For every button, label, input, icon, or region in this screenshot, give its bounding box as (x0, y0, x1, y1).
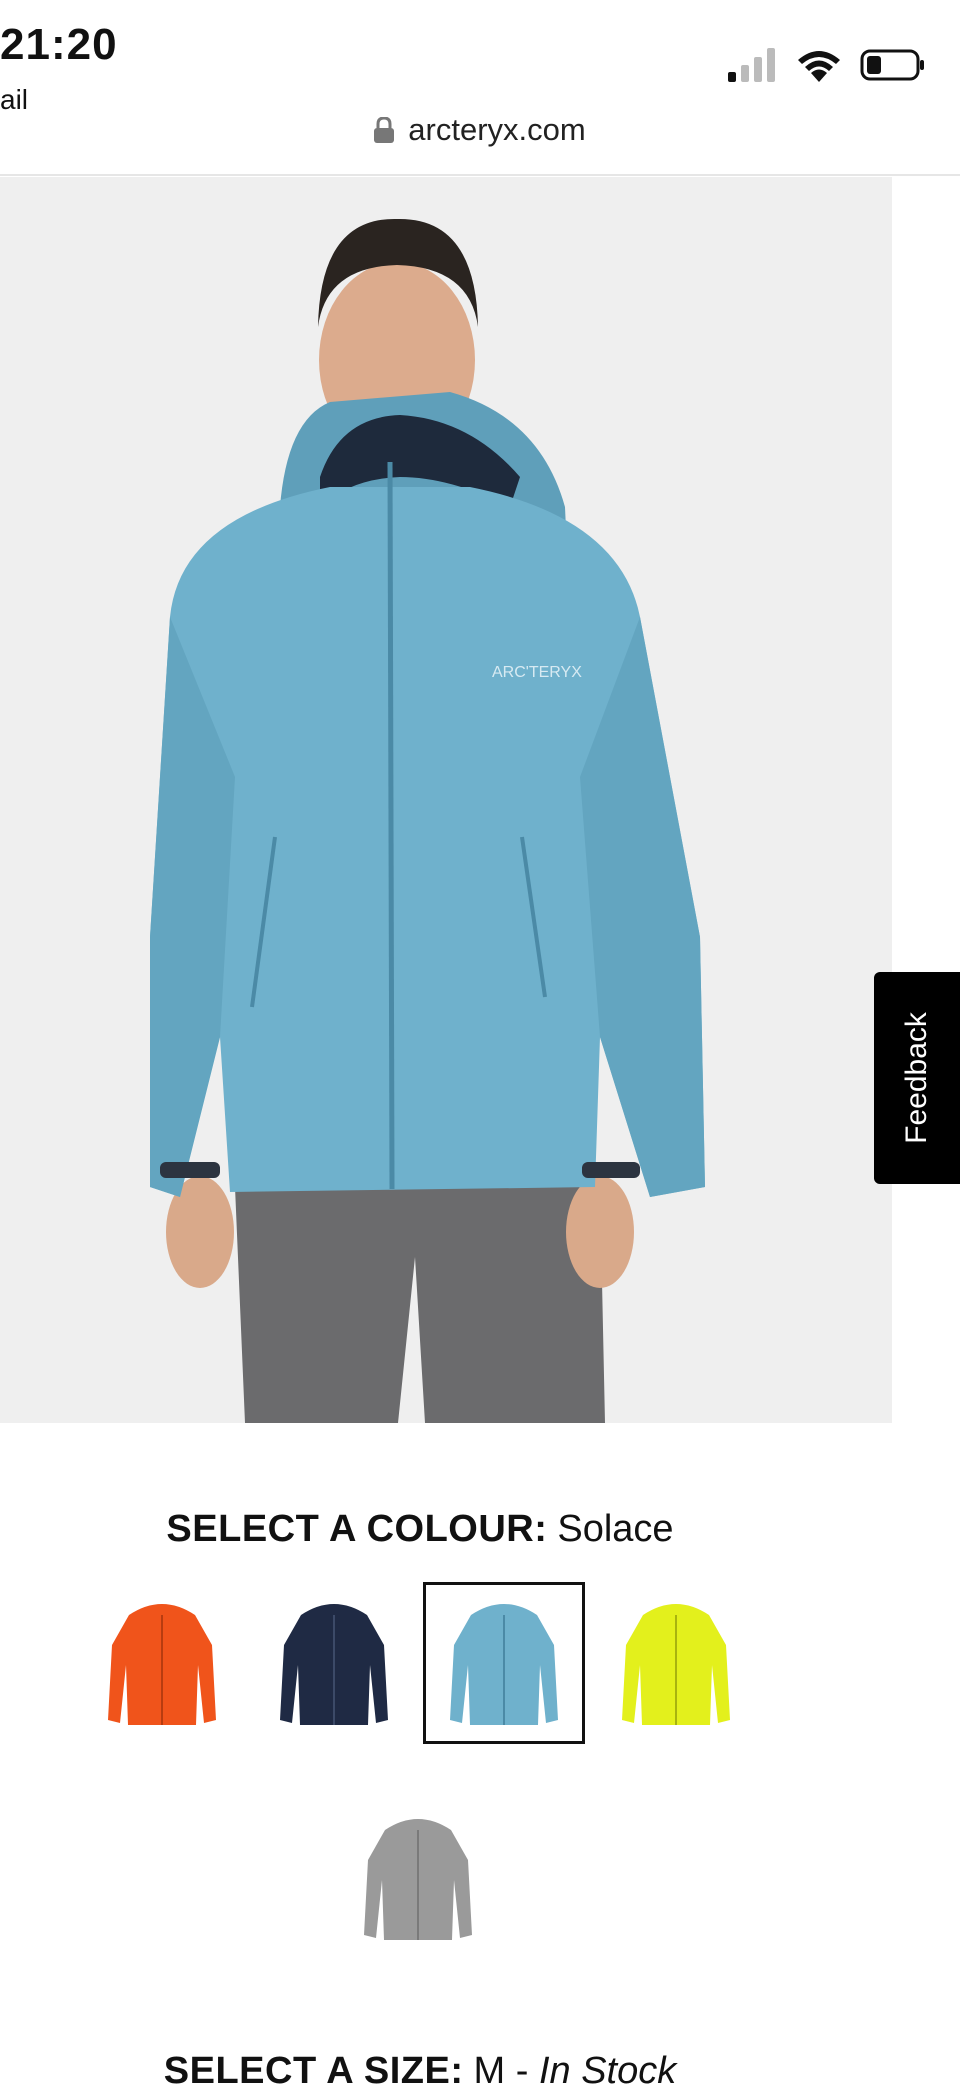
jacket-thumbnail-icon (622, 1604, 730, 1725)
colour-swatch-navy[interactable] (256, 1585, 412, 1741)
jacket-thumbnail-icon (280, 1604, 388, 1725)
colour-swatch-orange[interactable] (84, 1585, 240, 1741)
selected-size: M - (473, 2050, 529, 2092)
signal-bars-icon (728, 48, 775, 82)
jacket-thumbnail-icon (450, 1604, 558, 1725)
jacket-model-photo: ARC'TERYX (0, 177, 892, 1423)
feedback-label: Feedback (900, 1012, 933, 1144)
wifi-icon (798, 51, 840, 82)
jacket-thumbnail-icon (364, 1819, 472, 1940)
svg-text:ARC'TERYX: ARC'TERYX (492, 664, 582, 681)
colour-heading: SELECT A COLOUR: Solace (0, 1508, 840, 1551)
colour-label: SELECT A COLOUR: (166, 1508, 548, 1550)
colour-swatch-lime[interactable] (598, 1585, 754, 1741)
stock-status: In Stock (538, 2050, 677, 2092)
battery-low-icon (860, 49, 924, 81)
lock-icon (374, 117, 395, 143)
jacket-thumbnail-icon (108, 1604, 216, 1725)
size-label: SELECT A SIZE: (163, 2050, 464, 2092)
colour-swatch-grey[interactable] (340, 1800, 496, 1956)
feedback-button[interactable]: Feedback (874, 972, 960, 1184)
selected-colour: Solace (557, 1508, 674, 1550)
status-time: 21:20 (0, 20, 118, 69)
header-divider (0, 174, 960, 176)
address-bar[interactable]: arcteryx.com (0, 112, 960, 148)
status-icons (728, 48, 926, 82)
product-image[interactable]: ARC'TERYX (0, 177, 892, 1423)
colour-swatch-solace[interactable] (423, 1582, 585, 1744)
url-text: arcteryx.com (408, 112, 586, 147)
